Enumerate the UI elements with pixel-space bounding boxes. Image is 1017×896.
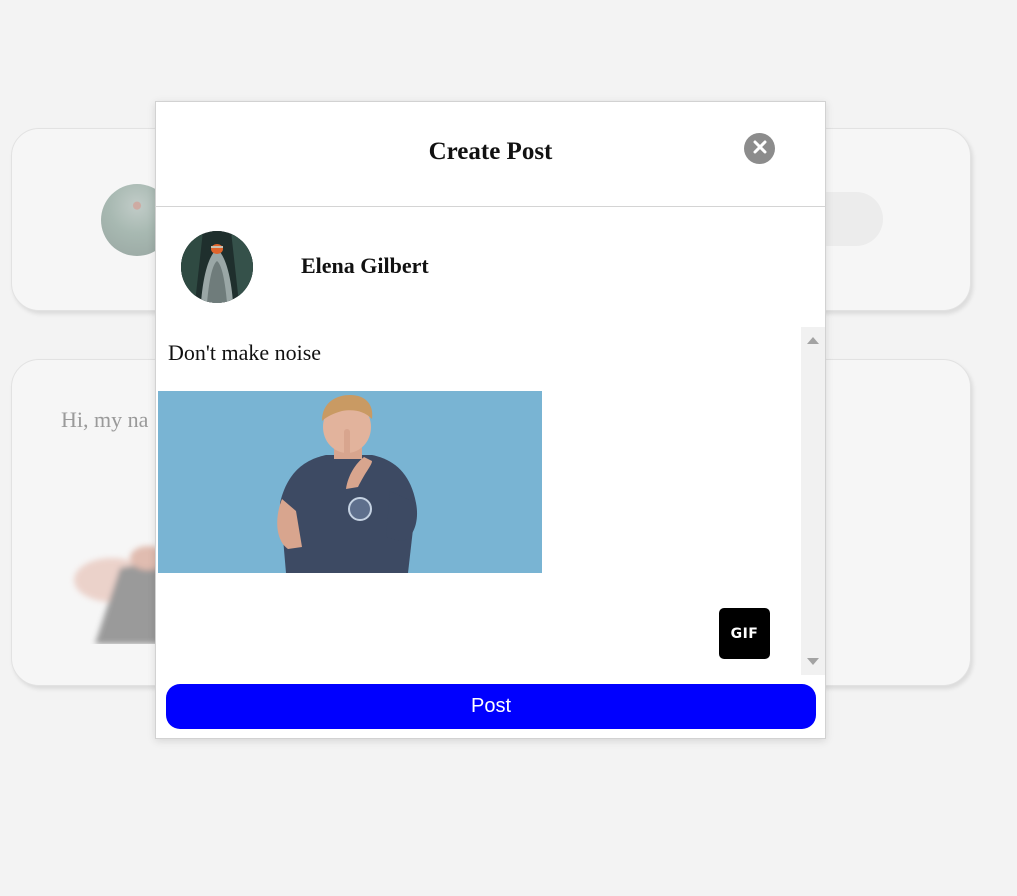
background-post-image bbox=[50, 540, 170, 644]
scroll-up-arrow-icon[interactable] bbox=[807, 337, 819, 344]
gif-button[interactable]: GIF bbox=[719, 608, 770, 659]
modal-title: Create Post bbox=[428, 138, 553, 165]
post-text[interactable]: Don't make noise bbox=[168, 340, 321, 366]
post-content-area[interactable]: Don't make noise GIF bbox=[156, 327, 825, 675]
close-icon bbox=[752, 139, 768, 158]
close-button[interactable] bbox=[744, 133, 775, 164]
create-post-modal: Create Post Elena Gilbert Don't make noi… bbox=[155, 101, 826, 739]
author-avatar bbox=[181, 231, 253, 303]
modal-header: Create Post bbox=[156, 102, 825, 207]
author-name: Elena Gilbert bbox=[301, 253, 429, 278]
content-scrollbar[interactable] bbox=[801, 327, 825, 675]
post-button[interactable]: Post bbox=[166, 684, 816, 729]
scroll-down-arrow-icon[interactable] bbox=[807, 658, 819, 665]
background-post-text: Hi, my na bbox=[61, 407, 149, 432]
attached-gif-image bbox=[158, 391, 542, 573]
